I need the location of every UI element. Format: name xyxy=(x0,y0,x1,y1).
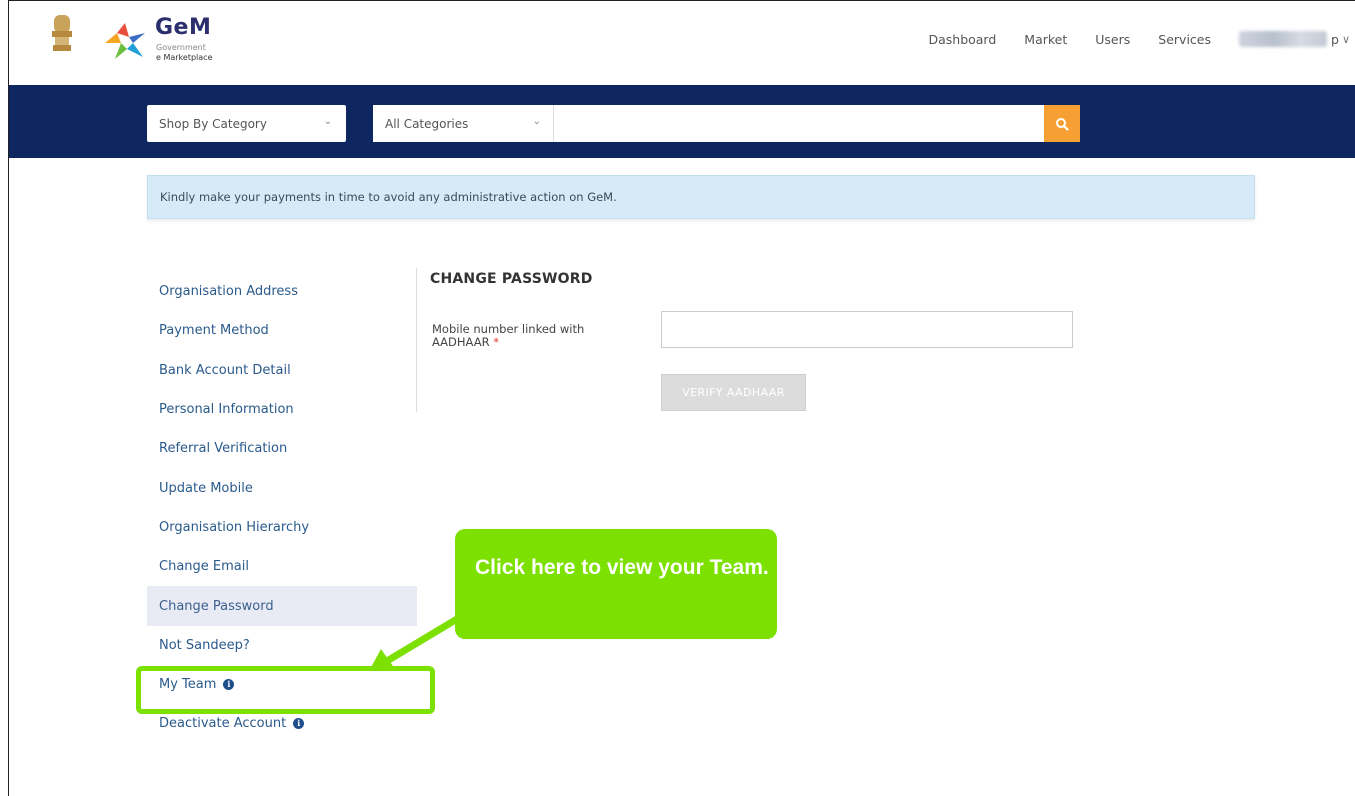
nav-dashboard[interactable]: Dashboard xyxy=(928,32,996,47)
sidebar-item-label: Organisation Address xyxy=(159,284,298,300)
sidebar-item-organisation-address[interactable]: Organisation Address xyxy=(147,272,417,311)
payment-alert: Kindly make your payments in time to avo… xyxy=(147,175,1255,219)
sidebar-item-payment-method[interactable]: Payment Method xyxy=(147,311,417,350)
sidebar-item-label: Not Sandeep? xyxy=(159,637,250,653)
shop-by-category-dropdown[interactable]: Shop By Category ⌄ xyxy=(147,105,346,142)
nav-services[interactable]: Services xyxy=(1158,32,1211,47)
divider xyxy=(416,268,417,412)
sidebar-item-update-mobile[interactable]: Update Mobile xyxy=(147,468,417,507)
shop-by-category-label: Shop By Category xyxy=(159,116,267,131)
callout-text: Click here to view your Team. xyxy=(475,556,769,579)
chevron-down-icon: ⌄ xyxy=(323,116,332,127)
chevron-down-icon: ∨ xyxy=(1341,32,1350,46)
chevron-down-icon: ⌄ xyxy=(532,116,541,127)
sidebar-item-label: Deactivate Account xyxy=(159,716,287,732)
category-select[interactable]: All Categories ⌄ xyxy=(373,105,554,142)
verify-aadhaar-button[interactable]: VERIFY AADHAAR xyxy=(661,374,806,411)
sidebar-item-not-user[interactable]: Not Sandeep? xyxy=(147,626,417,665)
search-bar: Shop By Category ⌄ All Categories ⌄ xyxy=(9,85,1355,158)
brand-name: GeM xyxy=(155,15,212,40)
blurred-username xyxy=(1239,31,1327,47)
mobile-number-input[interactable] xyxy=(661,311,1073,348)
page-title: CHANGE PASSWORD xyxy=(430,271,593,287)
search-button[interactable] xyxy=(1044,105,1080,142)
gem-logo-mark-icon xyxy=(105,23,145,59)
sidebar-item-change-email[interactable]: Change Email xyxy=(147,547,417,586)
page: GeM Government e Marketplace Dashboard M… xyxy=(8,0,1355,796)
sidebar-item-label: Referral Verification xyxy=(159,441,288,457)
search-input[interactable] xyxy=(554,105,1044,142)
top-header: GeM Government e Marketplace Dashboard M… xyxy=(9,1,1355,85)
sidebar-item-label: Update Mobile xyxy=(159,480,253,496)
required-marker: * xyxy=(493,335,500,349)
sidebar-item-label: Payment Method xyxy=(159,323,269,339)
top-nav: Dashboard Market Users Services p ∨ xyxy=(928,29,1355,49)
alert-text: Kindly make your payments in time to avo… xyxy=(160,190,617,204)
sidebar-item-label: Bank Account Detail xyxy=(159,362,291,378)
sidebar-item-change-password[interactable]: Change Password xyxy=(147,586,417,626)
mobile-field-label: Mobile number linked with AADHAAR * xyxy=(432,323,632,349)
nav-market[interactable]: Market xyxy=(1024,32,1067,47)
national-emblem-icon xyxy=(52,15,72,51)
mobile-label-text: Mobile number linked with AADHAAR xyxy=(432,322,585,349)
nav-users[interactable]: Users xyxy=(1095,32,1130,47)
sidebar-item-label: Personal Information xyxy=(159,402,294,418)
sidebar-item-label: Change Email xyxy=(159,559,249,575)
gem-logo[interactable]: GeM Government e Marketplace xyxy=(103,15,243,65)
tutorial-callout: Click here to view your Team. xyxy=(455,529,777,639)
category-select-value: All Categories xyxy=(385,116,469,131)
brand-line-2: e Marketplace xyxy=(156,53,213,62)
brand-line-1: Government xyxy=(156,43,206,52)
sidebar-item-label: Organisation Hierarchy xyxy=(159,519,310,535)
sidebar-item-organisation-hierarchy[interactable]: Organisation Hierarchy xyxy=(147,508,417,547)
search-icon xyxy=(1056,117,1069,131)
sidebar-item-bank-account-detail[interactable]: Bank Account Detail xyxy=(147,351,417,390)
sidebar-item-label: Change Password xyxy=(159,598,274,614)
user-menu[interactable]: p ∨ xyxy=(1239,31,1350,47)
sidebar-item-referral-verification[interactable]: Referral Verification xyxy=(147,429,417,468)
username-suffix: p xyxy=(1331,31,1339,47)
my-team-highlight xyxy=(136,666,435,714)
sidebar-item-personal-information[interactable]: Personal Information xyxy=(147,390,417,429)
info-icon[interactable]: i xyxy=(293,718,305,730)
